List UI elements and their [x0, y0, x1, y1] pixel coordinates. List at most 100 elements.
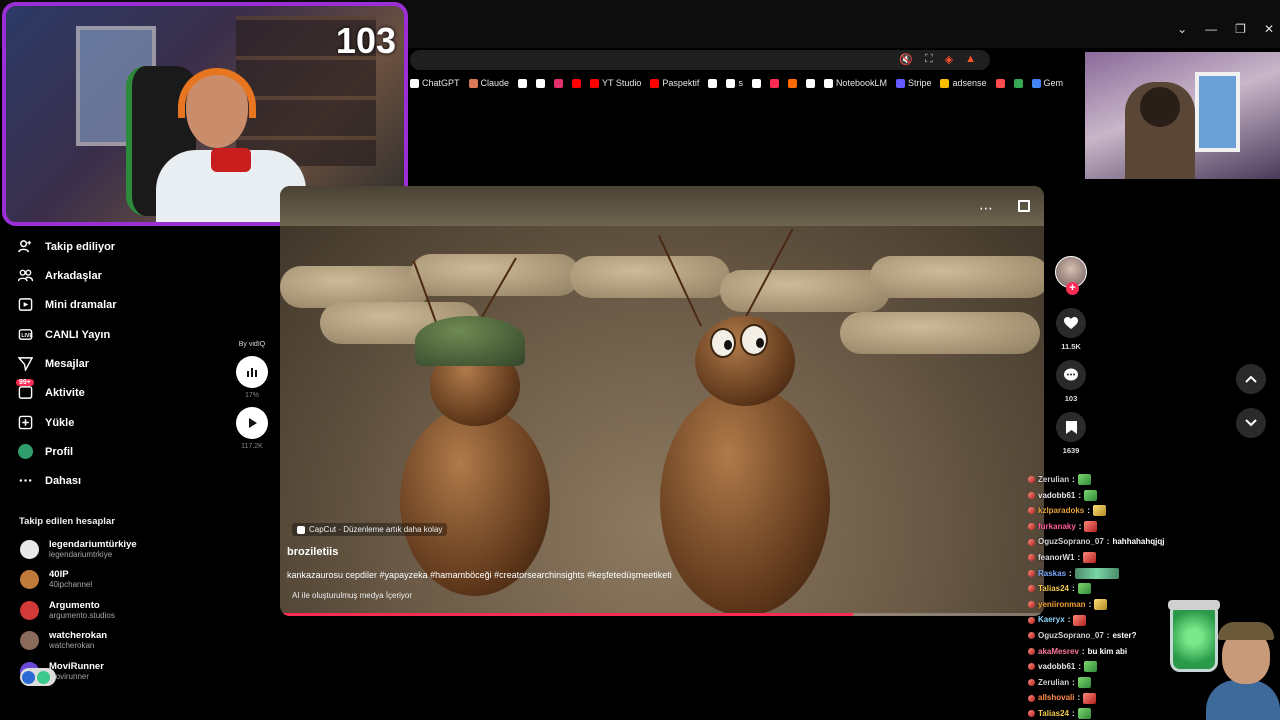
chat-emote-icon: [1077, 677, 1091, 689]
chat-emote-icon: [1074, 567, 1119, 579]
restore-icon[interactable]: ❐: [1235, 22, 1246, 36]
bookmark-item[interactable]: adsense: [940, 78, 987, 88]
bookmark-icon: [1065, 420, 1077, 434]
chat-username[interactable]: Talias24: [1038, 706, 1069, 720]
brave-rewards-icon[interactable]: ▲: [965, 53, 976, 66]
chat-separator: :: [1078, 662, 1082, 672]
bookmark-label: adsense: [952, 78, 987, 88]
followed-account[interactable]: watcherokan watcherokan: [20, 630, 107, 650]
extension-pill[interactable]: [20, 668, 56, 686]
address-bar-icons: 🔇 ⛶ ◈ ▲: [899, 53, 976, 66]
bookmark-item[interactable]: [554, 78, 564, 88]
minimize-icon[interactable]: —: [1205, 22, 1217, 36]
avatar: [20, 630, 39, 650]
chat-message: Raskas:: [1028, 566, 1278, 582]
bookmark-icon: [895, 78, 905, 88]
sidebar-item-live[interactable]: LIVE CANLI Yayın: [18, 327, 110, 342]
sidebar-item-messages[interactable]: Mesajlar: [18, 356, 89, 371]
account-text: watcherokan watcherokan: [49, 630, 107, 650]
chat-username[interactable]: Zerulian: [1038, 675, 1069, 691]
followed-account[interactable]: 40IP 40ipchannel: [20, 569, 92, 589]
chat-username[interactable]: Talias24: [1038, 581, 1069, 597]
bookmark-item[interactable]: Claude: [468, 78, 509, 88]
chat-username[interactable]: OguzSoprano_07: [1038, 628, 1104, 644]
followed-account[interactable]: Argumento argumento.studios: [20, 600, 115, 620]
like-button[interactable]: [1056, 308, 1086, 338]
account-name: MoviRunner: [49, 661, 104, 672]
bookmark-item[interactable]: Stripe: [895, 78, 931, 88]
sidebar-item-upload[interactable]: Yükle: [18, 415, 74, 430]
sidebar-item-following[interactable]: Takip ediliyor: [18, 239, 115, 254]
chat-username[interactable]: vadobb61: [1038, 488, 1075, 504]
user-badge-icon: [1028, 601, 1035, 609]
chat-username[interactable]: Zerulian: [1038, 472, 1069, 488]
chat-message: feanorW1:: [1028, 550, 1278, 566]
vidiq-stats-button[interactable]: [236, 356, 268, 388]
followed-account[interactable]: legendariumtürkiye legendariumtrkiye: [20, 539, 137, 559]
user-badge-icon: [1028, 632, 1035, 640]
next-video-button[interactable]: [1236, 408, 1266, 438]
chat-username[interactable]: feanorW1: [1038, 550, 1074, 566]
sidebar-item-profile[interactable]: Profil: [18, 444, 73, 459]
bookmark-item[interactable]: [787, 78, 797, 88]
mute-icon[interactable]: 🔇: [899, 53, 913, 66]
close-icon[interactable]: ✕: [1264, 22, 1274, 36]
address-bar[interactable]: 🔇 ⛶ ◈ ▲: [410, 50, 990, 70]
bookmark-icon: [1031, 78, 1041, 88]
chat-username[interactable]: OguzSoprano_07: [1038, 534, 1104, 550]
chat-text: ester?: [1112, 630, 1137, 640]
chat-username[interactable]: vadobb61: [1038, 659, 1075, 675]
chat-emote-icon: [1077, 708, 1091, 720]
bookmark-item[interactable]: [536, 78, 546, 88]
translate-icon[interactable]: ⛶: [925, 53, 933, 66]
bookmark-item[interactable]: ChatGPT: [410, 78, 460, 88]
bookmark-item[interactable]: s: [726, 78, 743, 88]
capcut-badge[interactable]: CapCut · Düzenleme artık daha kolay: [292, 523, 448, 536]
bookmark-item[interactable]: [805, 78, 815, 88]
follow-plus-icon[interactable]: +: [1066, 282, 1079, 295]
chat-username[interactable]: Kaeryx: [1038, 612, 1065, 628]
chevron-down-icon[interactable]: ⌄: [1177, 22, 1187, 36]
save-button[interactable]: [1056, 412, 1086, 442]
bookmark-item[interactable]: [995, 78, 1005, 88]
video-author[interactable]: broziletiis: [287, 546, 338, 558]
bookmark-item[interactable]: [708, 78, 718, 88]
bookmark-item[interactable]: Gem: [1031, 78, 1063, 88]
bookmark-item[interactable]: [572, 78, 582, 88]
sidebar-item-activity[interactable]: 99+ Aktivite: [16, 379, 85, 400]
sidebar-item-label: Aktivite: [45, 386, 85, 399]
play-button[interactable]: [236, 407, 268, 439]
bookmark-item[interactable]: [1013, 78, 1023, 88]
bookmark-label: YT Studio: [602, 78, 642, 88]
bookmark-item[interactable]: NotebookLM: [823, 78, 887, 88]
bookmark-label: Paspektif: [662, 78, 700, 88]
sidebar-item-label: Mesajlar: [45, 357, 90, 370]
chat-username[interactable]: allshovali: [1038, 690, 1074, 706]
video-player[interactable]: ⋯ CapCut · Düzenleme artık daha kolay br…: [280, 186, 1044, 616]
bookmark-item[interactable]: YT Studio: [590, 78, 641, 88]
video-progress-bar[interactable]: [280, 613, 1044, 616]
bookmark-label: ChatGPT: [422, 78, 460, 88]
previous-video-button[interactable]: [1236, 364, 1266, 394]
sidebar-item-label: CANLI Yayın: [45, 328, 111, 341]
bookmark-item[interactable]: [518, 78, 528, 88]
sidebar-item-friends[interactable]: Arkadaşlar: [18, 268, 102, 283]
chat-message: vadobb61:: [1028, 488, 1278, 504]
chat-username[interactable]: akaMesrev: [1038, 644, 1079, 660]
sidebar-item-more[interactable]: Dahası: [18, 473, 81, 488]
video-more-icon[interactable]: ⋯: [979, 200, 994, 217]
chat-username[interactable]: Raskas: [1038, 566, 1066, 582]
chat-username[interactable]: furkanaky: [1038, 519, 1076, 535]
sidebar-item-mini-drama[interactable]: Mini dramalar: [18, 297, 117, 312]
creator-avatar[interactable]: +: [1055, 256, 1087, 295]
svg-text:LIVE: LIVE: [21, 333, 33, 339]
bookmark-item[interactable]: [751, 78, 761, 88]
chat-username[interactable]: kzlparadoks: [1038, 503, 1084, 519]
fullscreen-icon[interactable]: [1018, 200, 1030, 212]
chat-username[interactable]: yeniironman: [1038, 597, 1086, 613]
chat-separator: :: [1069, 568, 1072, 578]
bookmark-item[interactable]: [769, 78, 779, 88]
comment-button[interactable]: [1056, 360, 1086, 390]
bookmark-item[interactable]: Paspektif: [650, 78, 699, 88]
brave-shield-icon[interactable]: ◈: [945, 53, 953, 66]
